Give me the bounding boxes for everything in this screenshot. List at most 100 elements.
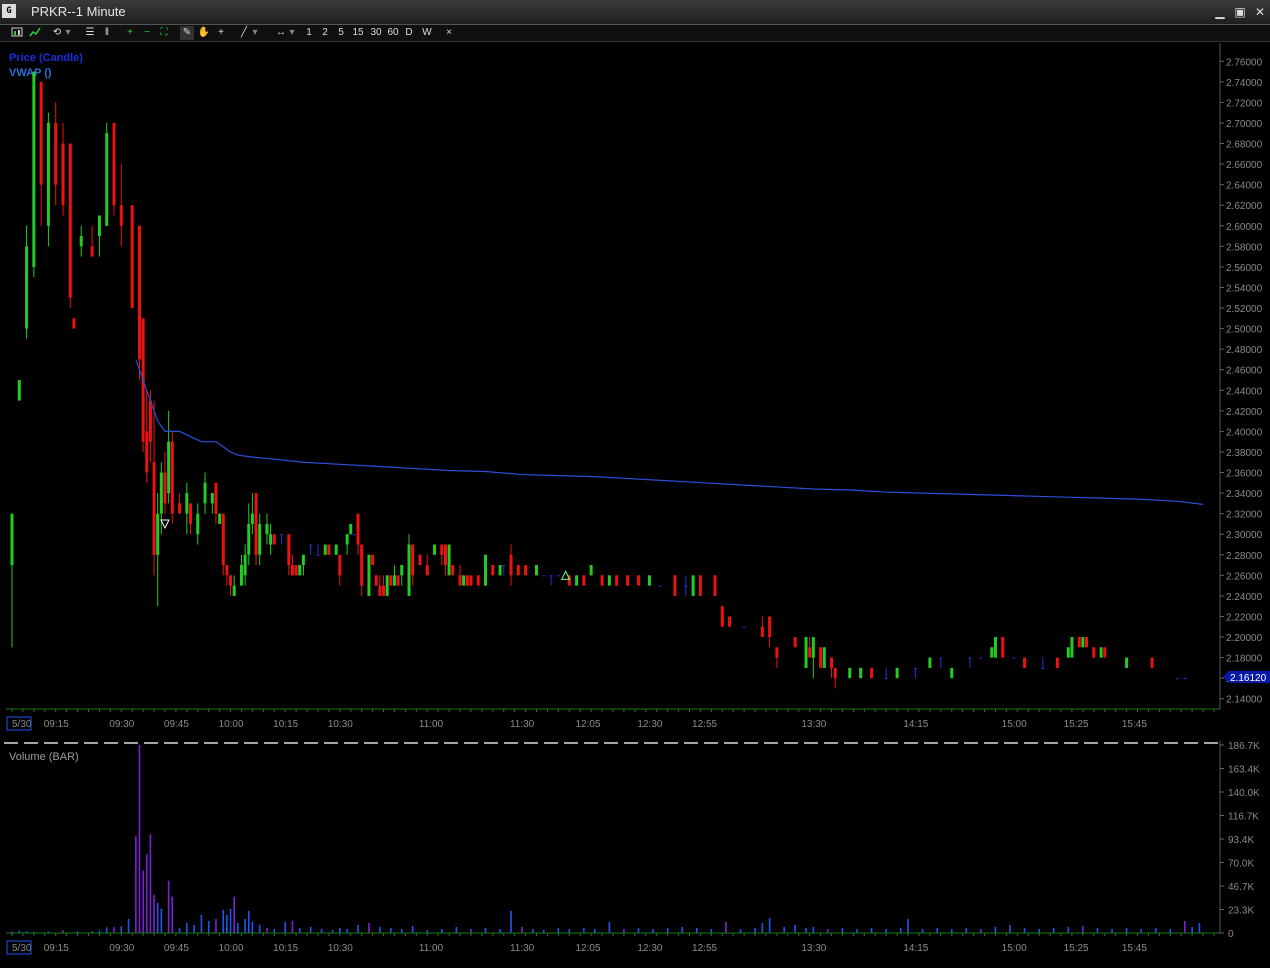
price-axis-label: 2.52000 — [1226, 304, 1263, 315]
volume-bar — [1096, 927, 1099, 933]
volume-x-axis-label: 10:15 — [273, 943, 298, 954]
candle-body — [360, 544, 364, 586]
price-x-axis-label: 10:30 — [328, 719, 353, 730]
volume-bar — [135, 836, 137, 933]
candle-body — [673, 575, 677, 596]
candle-body — [17, 380, 21, 401]
volume-x-axis-label: 15:25 — [1064, 943, 1089, 954]
volume-bar — [229, 908, 232, 933]
candle-body — [575, 575, 579, 586]
interval-week-button[interactable]: W — [420, 26, 434, 40]
candle-body — [626, 575, 630, 586]
undo-icon[interactable]: ⟲ — [50, 26, 64, 40]
pan-dropdown-icon[interactable]: ▾ — [288, 26, 296, 40]
volume-bar — [1184, 920, 1186, 933]
close-icon[interactable]: ✕ — [1253, 5, 1267, 19]
volume-axis-label: 186.7K — [1228, 741, 1260, 752]
candle-body — [498, 565, 502, 576]
line-tool-dropdown-icon[interactable]: ▾ — [251, 26, 259, 40]
interval-2-button[interactable]: 2 — [320, 26, 330, 40]
candle-body — [145, 431, 149, 473]
volume-bar — [499, 928, 501, 933]
interval-day-button[interactable]: D — [403, 26, 415, 40]
candle-body — [469, 575, 473, 586]
volume-bar — [899, 927, 902, 933]
candle-body — [298, 565, 302, 576]
volume-bar — [400, 928, 403, 933]
volume-bar — [470, 928, 472, 933]
new-chart-icon[interactable] — [10, 26, 24, 40]
line-tool-icon[interactable]: ╱ — [237, 26, 251, 40]
candle-body — [367, 554, 371, 596]
candle-body — [218, 513, 222, 524]
chart-canvas[interactable]: 2.76000 2.74000 2.72000 2.70000 2.68000 2.660… — [4, 43, 1270, 963]
price-x-axis-label: 09:15 — [44, 719, 69, 730]
candle-body — [979, 657, 983, 659]
interval-30-button[interactable]: 30 — [368, 26, 384, 40]
candle-body — [159, 472, 163, 514]
candle-body — [371, 554, 375, 566]
interval-60-button[interactable]: 60 — [385, 26, 401, 40]
interval-15-button[interactable]: 15 — [351, 26, 365, 40]
candle-body — [1077, 637, 1081, 648]
volume-bar — [870, 927, 873, 933]
candle-body — [32, 71, 36, 267]
candle-body — [451, 565, 455, 576]
vertical-lines-icon[interactable]: ‖ — [101, 26, 113, 40]
candle-body — [210, 493, 214, 504]
price-axis-label: 2.26000 — [1226, 571, 1263, 582]
volume-bar — [266, 927, 268, 933]
candle-body — [870, 667, 874, 679]
candle-body — [684, 585, 688, 587]
pencil-icon[interactable]: ✎ — [180, 26, 194, 40]
zoom-in-icon[interactable]: + — [124, 26, 136, 40]
fit-icon[interactable]: ⛶ — [158, 26, 170, 40]
candle-body — [440, 544, 444, 555]
candle-body — [433, 544, 437, 555]
price-axis-label: 2.46000 — [1226, 366, 1263, 377]
pan-horizontal-icon[interactable]: ↔ — [274, 26, 288, 40]
volume-bar — [244, 918, 246, 933]
undo-dropdown-icon[interactable]: ▾ — [64, 26, 72, 40]
price-axis-label: 2.54000 — [1226, 283, 1263, 294]
candle-body — [221, 513, 225, 566]
restore-icon[interactable]: ▣ — [1233, 5, 1247, 19]
volume-bar — [105, 927, 108, 933]
volume-bar — [171, 896, 174, 933]
volume-bar — [980, 928, 982, 933]
candle-body — [691, 575, 695, 596]
price-x-axis-label: 10:15 — [273, 719, 298, 730]
candle-body — [647, 575, 651, 586]
chart-area[interactable]: 2.76000 2.74000 2.72000 2.70000 2.68000 2.660… — [4, 43, 1270, 963]
crosshair-icon[interactable]: + — [215, 26, 227, 40]
volume-bar — [193, 924, 195, 933]
volume-x-axis-label: 15:00 — [1002, 943, 1027, 954]
price-axis-label: 2.40000 — [1226, 427, 1263, 438]
price-axis-label: 2.70000 — [1226, 119, 1263, 130]
app-icon[interactable]: G — [2, 4, 16, 18]
volume-bar — [215, 918, 217, 933]
hand-icon[interactable]: ✋ — [197, 26, 211, 40]
volume-bar — [936, 927, 938, 933]
volume-axis-label: 46.7K — [1228, 882, 1254, 893]
price-x-axis-label: 14:15 — [903, 719, 928, 730]
candle-body — [243, 554, 247, 576]
candle-body — [1001, 637, 1005, 658]
chart-type-icon[interactable] — [28, 26, 42, 40]
candle-body — [1125, 657, 1129, 668]
volume-axis-label: 70.0K — [1228, 859, 1254, 870]
zoom-out-icon[interactable]: − — [141, 26, 153, 40]
volume-axis-label: 163.4K — [1228, 765, 1260, 776]
volume-bar — [568, 928, 571, 933]
candle-body — [170, 441, 174, 514]
interval-5-button[interactable]: 5 — [336, 26, 346, 40]
interval-1-button[interactable]: 1 — [304, 26, 314, 40]
window-titlebar: G PRKR--1 Minute ▁ ▣ ✕ — [0, 0, 1270, 25]
minimize-icon[interactable]: ▁ — [1213, 5, 1227, 19]
horizontal-lines-icon[interactable]: ☰ — [84, 26, 96, 40]
volume-bar — [583, 927, 585, 933]
volume-bar — [455, 926, 458, 933]
close-chart-icon[interactable]: × — [442, 26, 456, 40]
candle-body — [148, 400, 152, 442]
volume-x-axis-label: 11:30 — [510, 943, 535, 954]
